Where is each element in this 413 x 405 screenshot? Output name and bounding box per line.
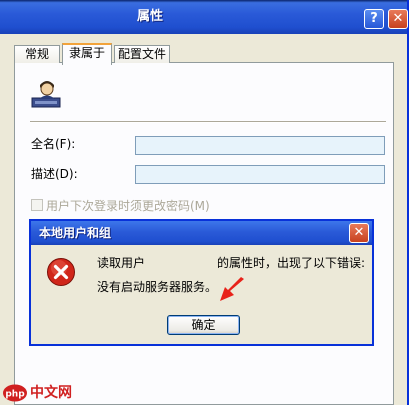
full-name-label: 全名(F): xyxy=(31,137,76,151)
window-titlebar[interactable]: 属性 ? ✕ xyxy=(0,0,408,34)
error-message-line2: 没有启动服务器服务。 xyxy=(97,280,218,294)
error-message-part2: 的属性时，出现了以下错误: xyxy=(217,256,366,270)
error-dialog: 本地用户和组 ✕ 读取用户 的属性时，出现了以下错误: 没有启动服务器服务。 确… xyxy=(29,219,374,346)
tab-profile[interactable]: 配置文件 xyxy=(114,45,170,63)
dialog-title: 本地用户和组 xyxy=(39,226,112,240)
error-icon xyxy=(47,258,75,286)
dialog-close-button[interactable]: ✕ xyxy=(349,223,369,243)
tab-member-of[interactable]: 隶属于 xyxy=(62,43,112,65)
tab-general[interactable]: 常规 xyxy=(14,45,60,63)
red-arrow-icon xyxy=(220,277,244,301)
help-button[interactable]: ? xyxy=(364,9,384,29)
description-label: 描述(D): xyxy=(31,167,78,181)
full-name-input[interactable] xyxy=(135,136,385,155)
ok-button[interactable]: 确定 xyxy=(167,315,240,335)
description-input[interactable] xyxy=(135,165,385,184)
svg-text:php: php xyxy=(5,390,25,400)
watermark-text: 中文网 xyxy=(30,385,72,401)
screen: 属性 ? ✕ 常规 隶属于 配置文件 全名(F): 描述(D): 用户下次登录时… xyxy=(0,0,413,405)
section-divider xyxy=(30,121,386,123)
dialog-titlebar[interactable]: 本地用户和组 ✕ xyxy=(31,221,372,245)
window-title: 属性 xyxy=(136,9,163,24)
php-logo-icon: php xyxy=(3,384,27,402)
user-icon xyxy=(31,81,61,108)
must-change-password-label: 用户下次登录时须更改密码(M) xyxy=(46,199,210,213)
error-message-part1: 读取用户 xyxy=(97,256,146,270)
window-close-button[interactable]: ✕ xyxy=(388,9,408,29)
must-change-password-checkbox[interactable] xyxy=(31,199,43,211)
